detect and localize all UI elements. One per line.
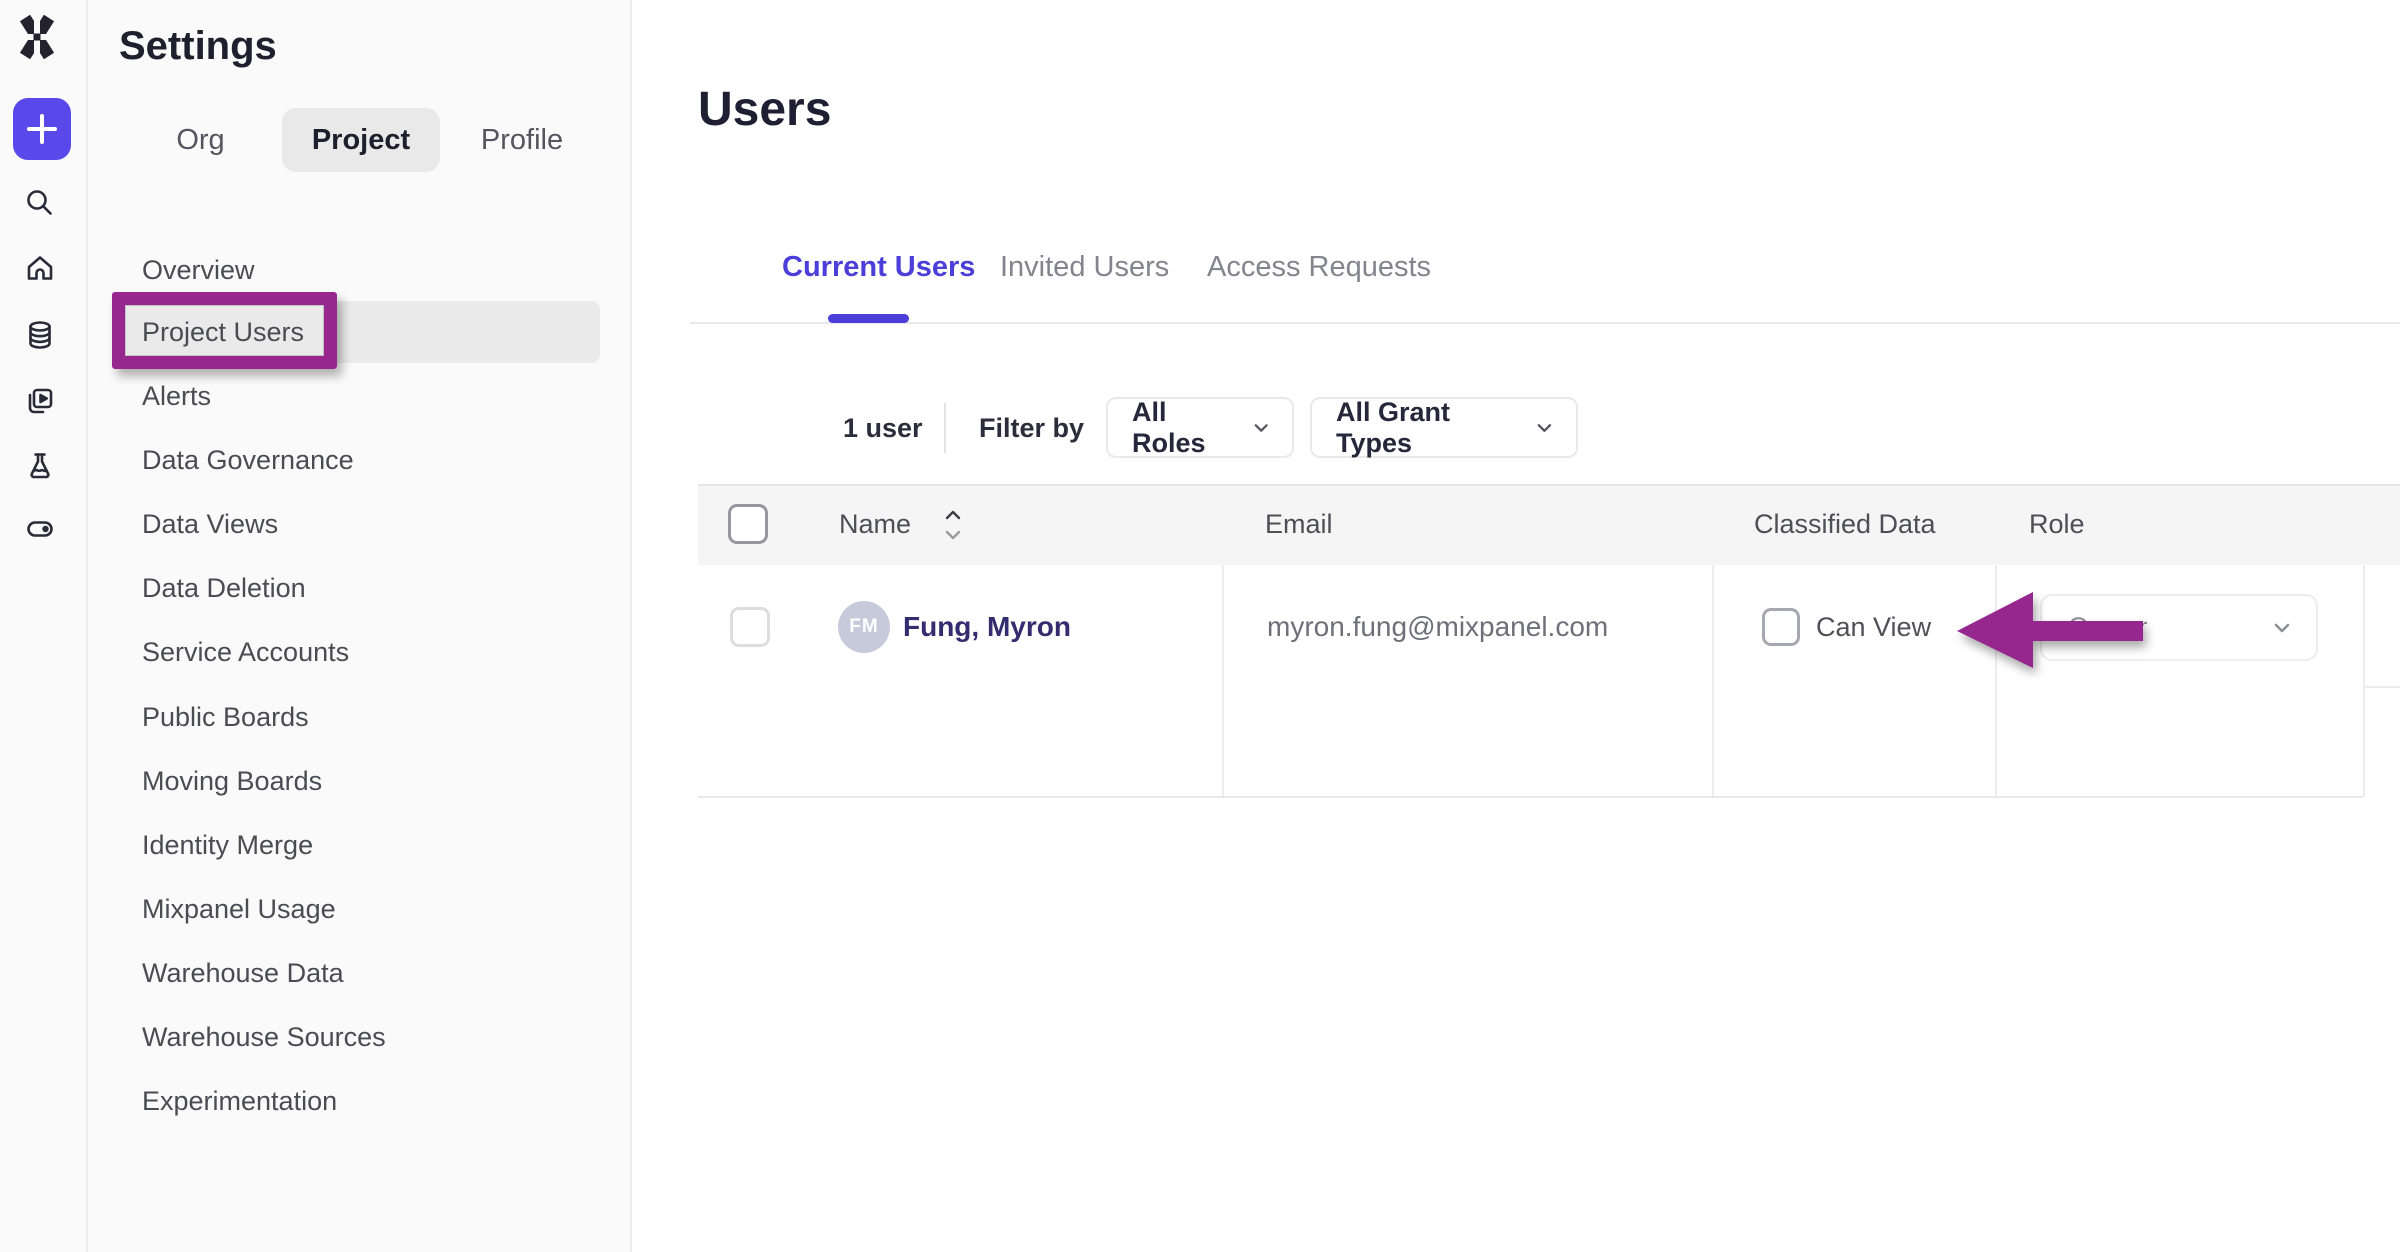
active-tab-indicator xyxy=(828,314,909,323)
scope-tab-org[interactable]: Org xyxy=(148,108,253,172)
select-all-checkbox[interactable] xyxy=(728,504,768,544)
boards-icon xyxy=(22,383,58,419)
row-bottom-border xyxy=(698,796,2363,798)
sidebar-item-data-views[interactable]: Data Views xyxy=(142,492,278,556)
user-avatar: FM xyxy=(838,601,890,653)
row-select-checkbox[interactable] xyxy=(730,607,770,647)
plus-icon xyxy=(27,114,57,144)
all-roles-dropdown[interactable]: All Roles xyxy=(1106,397,1294,458)
all-grant-types-label: All Grant Types xyxy=(1336,397,1519,459)
row-divider-partial xyxy=(2363,686,2400,688)
classified-data-label: Can View xyxy=(1816,601,1931,653)
chevron-down-icon xyxy=(1537,423,1552,433)
tab-current-users[interactable]: Current Users xyxy=(782,245,975,289)
filter-divider xyxy=(944,403,946,453)
sidebar-item-experimentation[interactable]: Experimentation xyxy=(142,1069,337,1133)
flask-icon xyxy=(22,448,58,484)
create-new-button[interactable] xyxy=(13,98,71,160)
tab-invited-users[interactable]: Invited Users xyxy=(1000,245,1169,289)
scope-tab-project[interactable]: Project xyxy=(282,108,440,172)
all-roles-label: All Roles xyxy=(1132,397,1236,459)
settings-title: Settings xyxy=(119,24,277,69)
rail-item-boards[interactable] xyxy=(18,379,62,423)
scope-tab-profile[interactable]: Profile xyxy=(472,108,572,172)
column-header-email: Email xyxy=(1265,484,1333,565)
sidebar-item-alerts[interactable]: Alerts xyxy=(142,364,211,428)
user-count: 1 user xyxy=(843,398,923,458)
user-email: myron.fung@mixpanel.com xyxy=(1267,601,1608,653)
all-grant-types-dropdown[interactable]: All Grant Types xyxy=(1310,397,1578,458)
mixpanel-x-logo-icon xyxy=(14,14,60,60)
sidebar-item-data-governance[interactable]: Data Governance xyxy=(142,428,354,492)
icon-rail xyxy=(0,0,88,1252)
rail-item-toggle[interactable] xyxy=(18,507,62,551)
classified-data-checkbox[interactable] xyxy=(1762,608,1800,646)
filter-by-label: Filter by xyxy=(979,398,1084,458)
sidebar-item-service-accounts[interactable]: Service Accounts xyxy=(142,620,349,684)
search-icon xyxy=(22,185,58,221)
sidebar-item-warehouse-sources[interactable]: Warehouse Sources xyxy=(142,1005,386,1069)
sidebar-item-identity-merge[interactable]: Identity Merge xyxy=(142,813,313,877)
user-name-link[interactable]: Fung, Myron xyxy=(903,601,1071,653)
role-value: Owner xyxy=(2068,612,2148,643)
toggle-icon xyxy=(22,511,58,547)
column-divider xyxy=(1222,565,1224,797)
chevron-down-icon xyxy=(1254,423,1268,433)
column-divider xyxy=(2363,565,2365,797)
tab-access-requests[interactable]: Access Requests xyxy=(1207,245,1431,289)
tab-divider-line xyxy=(690,322,2400,324)
home-icon xyxy=(22,250,58,286)
sort-name-control[interactable] xyxy=(945,508,961,547)
rail-item-experiments[interactable] xyxy=(18,444,62,488)
sidebar-item-public-boards[interactable]: Public Boards xyxy=(142,685,309,749)
settings-sidebar: Settings Org Project Profile Overview Pr… xyxy=(88,0,632,1252)
settings-page: Settings Org Project Profile Overview Pr… xyxy=(0,0,2400,1252)
sidebar-item-overview[interactable]: Overview xyxy=(142,238,255,302)
rail-item-data[interactable] xyxy=(18,313,62,357)
page-title: Users xyxy=(698,82,831,137)
database-icon xyxy=(22,317,58,353)
column-divider xyxy=(1995,565,1997,797)
column-header-classified-data: Classified Data xyxy=(1754,484,1936,565)
rail-item-home[interactable] xyxy=(18,246,62,290)
role-dropdown[interactable]: Owner xyxy=(2040,594,2318,661)
sort-arrows-icon xyxy=(945,508,961,542)
column-header-role: Role xyxy=(2029,484,2085,565)
chevron-down-icon xyxy=(2274,623,2290,633)
column-divider xyxy=(1712,565,1714,797)
sidebar-item-project-users[interactable]: Project Users xyxy=(142,300,304,364)
sidebar-item-warehouse-data[interactable]: Warehouse Data xyxy=(142,941,344,1005)
mixpanel-logo[interactable] xyxy=(14,14,60,60)
sidebar-item-moving-boards[interactable]: Moving Boards xyxy=(142,749,322,813)
column-header-name: Name xyxy=(839,484,911,565)
sidebar-item-mixpanel-usage[interactable]: Mixpanel Usage xyxy=(142,877,336,941)
sidebar-item-data-deletion[interactable]: Data Deletion xyxy=(142,556,306,620)
main-content: Users Current Users Invited Users Access… xyxy=(632,0,2400,1252)
rail-item-search[interactable] xyxy=(18,181,62,225)
